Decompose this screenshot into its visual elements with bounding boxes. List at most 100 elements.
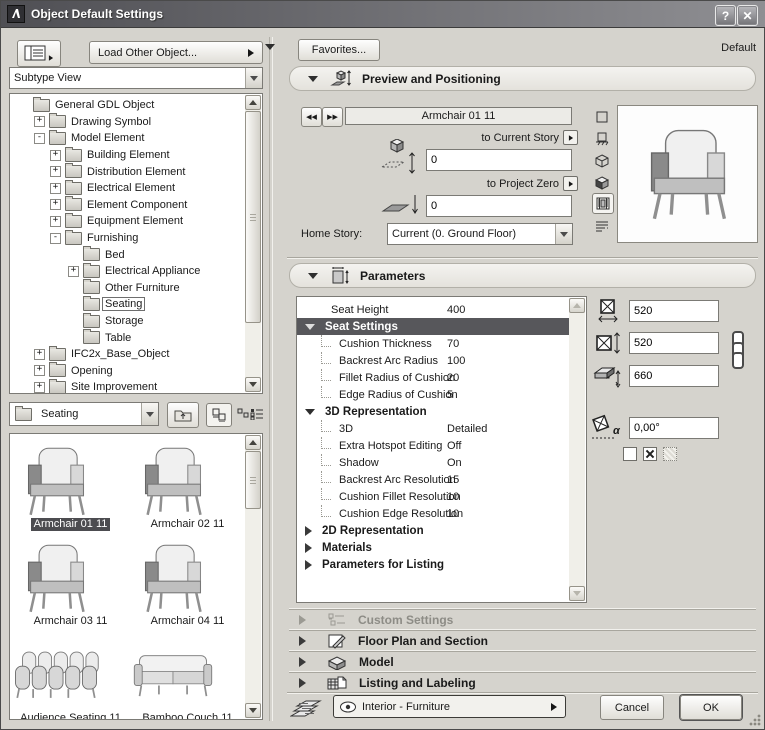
scrollbar-thumb[interactable] <box>245 451 261 509</box>
parameter-row[interactable]: Fillet Radius of Cushion20 <box>297 369 569 386</box>
tree-item[interactable]: Storage <box>10 313 262 330</box>
preview-2d-symbol-button[interactable] <box>592 107 612 126</box>
parameter-row[interactable]: Extra Hotspot EditingOff <box>297 437 569 454</box>
parameter-row[interactable]: Edge Radius of Cushion5 <box>297 386 569 403</box>
library-item[interactable]: Armchair 03 11 <box>12 541 129 628</box>
mirror-checkbox-1[interactable] <box>623 447 637 461</box>
preview-picture-button[interactable] <box>592 193 614 214</box>
section-parameters[interactable]: Parameters <box>289 263 756 288</box>
tree-item[interactable]: +Electrical Element <box>10 180 262 197</box>
tree-item[interactable]: +IFC2x_Base_Object <box>10 346 262 363</box>
parameter-row[interactable]: Backrest Arc Resolution15 <box>297 471 569 488</box>
close-button[interactable]: ✕ <box>737 5 758 26</box>
layer-dropdown[interactable]: Interior - Furniture <box>333 695 566 718</box>
tree-item[interactable]: +Building Element <box>10 147 262 164</box>
browser-scrollbar[interactable] <box>245 435 261 718</box>
library-item[interactable]: Armchair 04 11 <box>129 541 246 628</box>
parameter-group[interactable]: 2D Representation <box>297 522 569 539</box>
ok-button[interactable]: OK <box>680 695 742 720</box>
parameter-row[interactable]: Cushion Edge Resolution10 <box>297 505 569 522</box>
expander-icon[interactable]: + <box>50 216 61 227</box>
tree-item[interactable]: -Furnishing <box>10 230 262 247</box>
parameter-row[interactable]: Cushion Fillet Resolution10 <box>297 488 569 505</box>
expander-icon[interactable]: + <box>34 365 45 376</box>
expander-icon[interactable]: + <box>34 116 45 127</box>
tree-item-selected[interactable]: Seating <box>10 296 262 313</box>
parameter-row[interactable]: Backrest Arc Radius100 <box>297 352 569 369</box>
expander-icon[interactable]: - <box>34 133 45 144</box>
folder-up-button[interactable] <box>167 402 199 428</box>
scroll-down-button[interactable] <box>245 377 261 392</box>
dimension1-field[interactable] <box>629 300 719 322</box>
section-custom-settings[interactable]: Custom Settings <box>289 609 756 630</box>
expander-icon[interactable]: + <box>34 382 45 393</box>
library-item-browser[interactable]: Armchair 01 11 Armchair 02 11 Armchair 0… <box>9 433 263 720</box>
section-model[interactable]: Model <box>289 651 756 672</box>
group-closed-icon[interactable] <box>305 526 312 536</box>
section-preview-positioning[interactable]: Preview and Positioning <box>289 66 756 91</box>
expand-arrow-icon[interactable] <box>299 678 306 688</box>
library-item[interactable]: Audience Seating 11 <box>12 638 129 720</box>
expand-arrow-icon[interactable] <box>299 636 306 646</box>
tree-item[interactable]: +Distribution Element <box>10 163 262 180</box>
expand-arrow-icon[interactable] <box>299 657 306 667</box>
expander-icon[interactable]: + <box>50 166 61 177</box>
preview-3d-wireframe-button[interactable] <box>592 151 612 170</box>
preview-front-view-button[interactable] <box>592 129 612 148</box>
expander-icon[interactable]: - <box>50 233 61 244</box>
section-floor-plan[interactable]: Floor Plan and Section <box>289 630 756 651</box>
tree-item[interactable]: +Site Improvement <box>10 379 262 394</box>
expander-icon[interactable]: + <box>34 349 45 360</box>
panel-splitter[interactable] <box>269 37 273 721</box>
previous-object-button[interactable]: ◀◀ <box>301 107 322 127</box>
group-closed-icon[interactable] <box>305 560 312 570</box>
preview-description-button[interactable] <box>592 216 612 235</box>
scroll-up-button[interactable] <box>245 95 261 110</box>
to-current-story-field[interactable] <box>426 149 572 171</box>
dropdown-button[interactable] <box>555 224 572 244</box>
home-story-dropdown[interactable]: Current (0. Ground Floor) <box>387 223 573 245</box>
rotation-angle-field[interactable] <box>629 417 719 439</box>
view-details-button[interactable] <box>249 405 265 423</box>
tree-scrollbar[interactable] <box>245 95 261 392</box>
dimension2-field[interactable] <box>629 332 719 354</box>
expander-icon[interactable]: + <box>50 199 61 210</box>
tree-item[interactable]: General GDL Object <box>10 97 262 114</box>
favorites-button[interactable]: Favorites... <box>298 39 380 61</box>
mirror-checkbox-2-checked[interactable] <box>643 447 657 461</box>
title-bar[interactable]: Object Default Settings <box>1 1 765 28</box>
subtype-view-dropdown[interactable]: Subtype View <box>9 67 263 89</box>
expander-icon[interactable]: + <box>50 150 61 161</box>
tree-item[interactable]: +Electrical Appliance <box>10 263 262 280</box>
group-open-icon[interactable] <box>305 324 315 330</box>
expander-icon[interactable]: + <box>68 266 79 277</box>
parameter-row[interactable]: ShadowOn <box>297 454 569 471</box>
library-item[interactable]: Armchair 01 11 <box>12 444 129 531</box>
dropdown-button[interactable] <box>141 403 158 425</box>
tree-item[interactable]: +Drawing Symbol <box>10 114 262 131</box>
group-open-icon[interactable] <box>305 409 315 415</box>
tree-item[interactable]: Other Furniture <box>10 280 262 297</box>
tree-item[interactable]: Bed <box>10 246 262 263</box>
library-folder-dropdown[interactable]: Seating <box>9 402 159 426</box>
library-item[interactable]: Armchair 02 11 <box>129 444 246 531</box>
parameter-row[interactable]: Seat Height400 <box>297 301 569 318</box>
tree-item[interactable]: +Equipment Element <box>10 213 262 230</box>
collapse-left-panel-button[interactable] <box>265 41 275 53</box>
parameter-row[interactable]: 3DDetailed <box>297 420 569 437</box>
collapse-arrow-icon[interactable] <box>308 273 318 279</box>
library-item[interactable]: Bamboo Couch 11 <box>129 638 246 720</box>
tree-item[interactable]: -Model Element <box>10 130 262 147</box>
resize-grip[interactable] <box>749 714 761 726</box>
cancel-button[interactable]: Cancel <box>600 695 664 720</box>
expander-icon[interactable]: + <box>50 183 61 194</box>
project-zero-options-button[interactable] <box>563 176 578 191</box>
to-project-zero-field[interactable] <box>426 195 572 217</box>
parameters-list[interactable]: Seat Height400 Seat Settings Cushion Thi… <box>296 296 587 603</box>
tree-item[interactable]: +Element Component <box>10 197 262 214</box>
height-field[interactable] <box>629 365 719 387</box>
parameter-group[interactable]: Parameters for Listing <box>297 556 569 573</box>
layers-icon[interactable] <box>290 697 324 719</box>
tree-item[interactable]: +Opening <box>10 363 262 380</box>
view-flyout-button[interactable] <box>17 40 61 67</box>
